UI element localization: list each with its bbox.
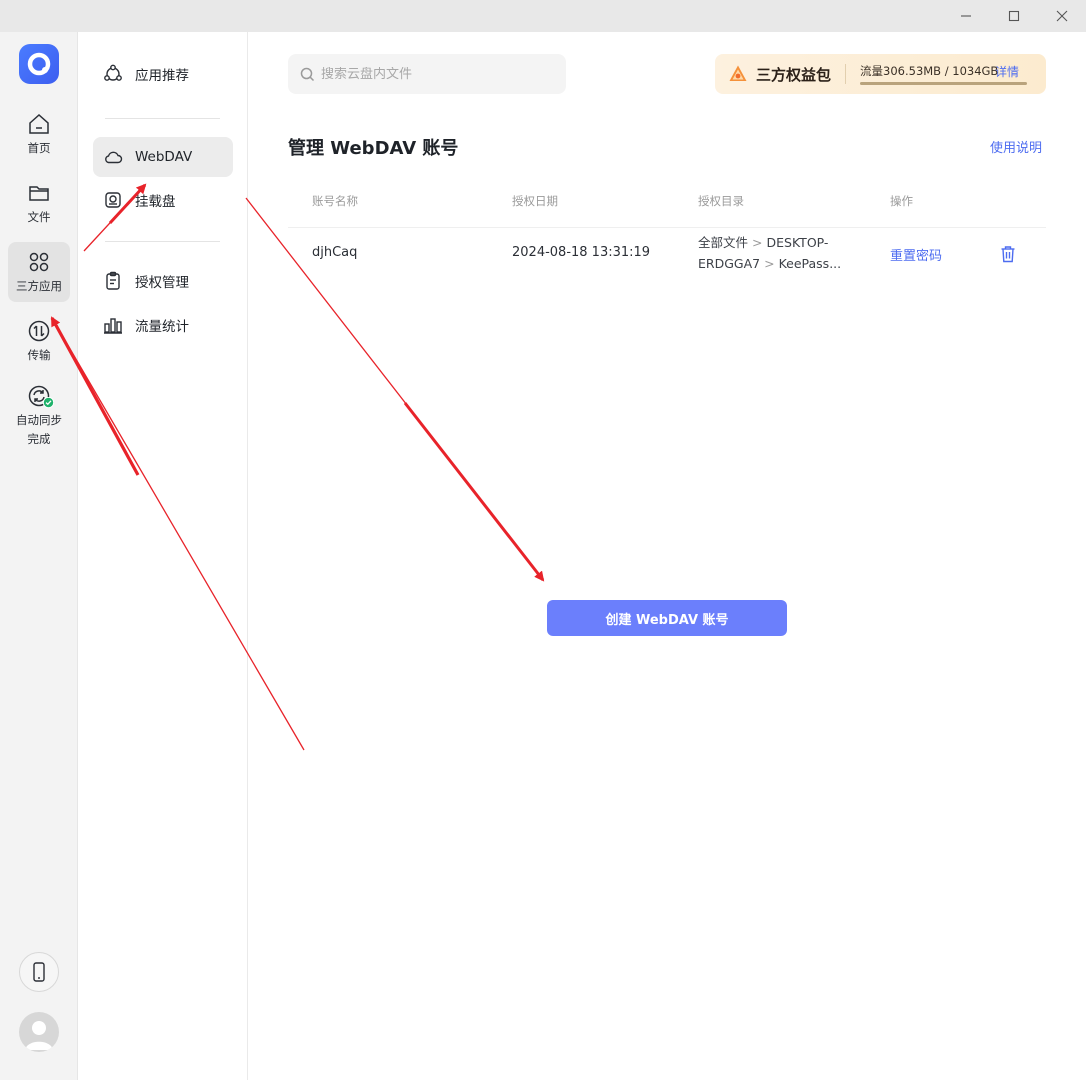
sidebar-divider xyxy=(105,118,220,119)
bar-chart-icon xyxy=(104,318,122,334)
sidebar-item-traffic-stats[interactable]: 流量统计 xyxy=(93,305,233,345)
rail-item-label-line1: 自动同步 xyxy=(16,413,62,427)
sidebar-item-label: 应用推荐 xyxy=(135,68,189,84)
directory-segment: KeePass... xyxy=(778,256,842,271)
directory-separator: > xyxy=(764,256,775,271)
reset-password-link[interactable]: 重置密码 xyxy=(890,245,942,264)
rail-item-label-line2: 完成 xyxy=(27,432,51,446)
page-title: 管理 WebDAV 账号 xyxy=(288,138,459,159)
phone-button[interactable] xyxy=(19,952,59,992)
secondary-sidebar: 应用推荐 WebDAV 挂载盘 授权管理 流量统计 xyxy=(78,32,248,1080)
benefits-package-icon xyxy=(729,65,747,81)
table-header-divider xyxy=(288,227,1046,228)
search-input[interactable] xyxy=(321,66,551,82)
traffic-progress-fill xyxy=(860,82,1028,85)
rail-item-label: 文件 xyxy=(27,210,51,224)
maximize-icon[interactable] xyxy=(991,0,1037,32)
create-webdav-account-button[interactable]: 创建 WebDAV 账号 xyxy=(547,600,787,636)
auth-date-cell: 2024-08-18 13:31:19 xyxy=(512,245,651,260)
rail-item-files[interactable]: 文件 xyxy=(8,181,70,229)
rail-item-transfer[interactable]: 传输 xyxy=(8,319,70,367)
sidebar-item-label: 挂载盘 xyxy=(135,194,176,210)
benefits-detail-link[interactable]: 详情 xyxy=(995,63,1019,80)
column-header-action: 操作 xyxy=(890,194,913,208)
arrow-line-thin xyxy=(245,197,544,581)
folder-icon xyxy=(29,186,49,201)
arrow-to-create-button xyxy=(403,402,545,582)
traffic-progress-bar xyxy=(860,82,1028,85)
trash-icon xyxy=(1001,246,1015,263)
benefits-title: 三方权益包 xyxy=(756,65,832,84)
home-icon xyxy=(29,113,49,134)
account-name-cell: djhCaq xyxy=(312,245,358,260)
rail-item-label: 三方应用 xyxy=(16,279,62,293)
cloud-icon xyxy=(105,151,123,164)
close-icon[interactable] xyxy=(1039,0,1085,32)
rail-item-home[interactable]: 首页 xyxy=(8,112,70,160)
sidebar-item-webdav[interactable]: WebDAV xyxy=(93,137,233,177)
directory-segment: ERDGGA7 xyxy=(698,256,761,271)
left-rail: 首页 文件 三方应用 传输 自动同步 完成 xyxy=(0,32,78,1080)
apps-recommend-icon xyxy=(104,64,122,81)
delete-button[interactable] xyxy=(1000,245,1016,267)
sidebar-item-label: 授权管理 xyxy=(135,275,189,291)
search-icon xyxy=(300,67,315,81)
sidebar-item-label: 流量统计 xyxy=(135,319,189,335)
sidebar-item-mount-disk[interactable]: 挂载盘 xyxy=(93,180,233,220)
phone-icon xyxy=(33,962,45,982)
avatar[interactable] xyxy=(19,1012,59,1052)
directory-segment: DESKTOP- xyxy=(766,235,829,250)
sidebar-item-app-recommend[interactable]: 应用推荐 xyxy=(93,54,233,94)
help-link[interactable]: 使用说明 xyxy=(990,137,1042,156)
column-header-account: 账号名称 xyxy=(312,194,358,208)
search-box[interactable] xyxy=(288,54,566,94)
logo-icon xyxy=(27,52,51,76)
sidebar-divider xyxy=(105,241,220,242)
app-logo[interactable] xyxy=(19,44,59,84)
transfer-icon xyxy=(28,320,50,342)
rail-item-label: 传输 xyxy=(27,348,51,362)
rail-item-label: 首页 xyxy=(27,141,51,155)
sidebar-item-authorization[interactable]: 授权管理 xyxy=(93,261,233,301)
column-header-date: 授权日期 xyxy=(512,194,558,208)
title-bar xyxy=(0,0,1086,32)
minimize-icon[interactable] xyxy=(943,0,989,32)
column-header-directory: 授权目录 xyxy=(698,194,744,208)
apps-icon xyxy=(29,252,49,272)
mount-disk-icon xyxy=(105,192,121,208)
directory-root: 全部文件 xyxy=(698,235,749,250)
directory-separator: > xyxy=(752,235,763,250)
authorization-icon xyxy=(106,271,120,290)
rail-item-auto-sync[interactable]: 自动同步 完成 xyxy=(8,384,70,448)
check-badge-icon xyxy=(43,397,54,408)
benefits-divider xyxy=(845,64,847,84)
traffic-usage-text: 流量306.53MB / 1034GB xyxy=(860,64,999,78)
user-avatar-icon xyxy=(25,1021,53,1050)
auth-directory-cell: 全部文件 > DESKTOP- ERDGGA7 > KeePass... xyxy=(698,232,841,274)
rail-item-third-party-apps[interactable]: 三方应用 xyxy=(8,242,70,302)
sidebar-item-label: WebDAV xyxy=(135,149,193,165)
